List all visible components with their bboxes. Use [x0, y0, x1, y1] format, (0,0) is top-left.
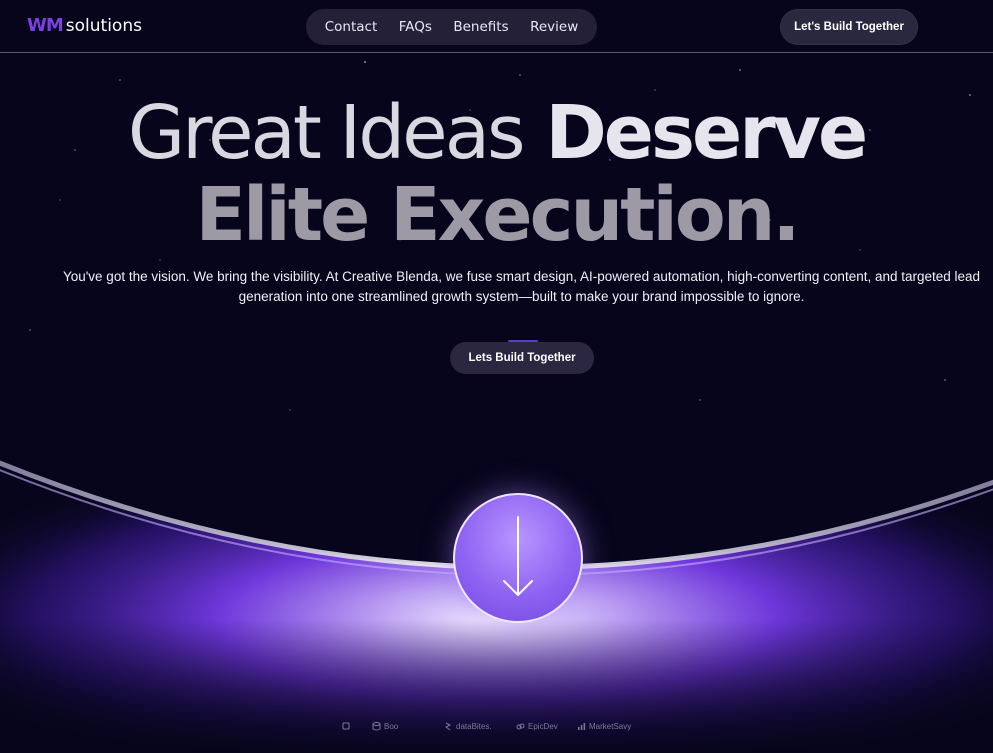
client-logo-databites: dataBites.	[444, 722, 492, 731]
nav-link-faqs[interactable]: FAQs	[399, 19, 432, 35]
brand-logo[interactable]: WM solutions	[27, 15, 142, 36]
client-logo-icon-1	[342, 722, 350, 730]
nav-link-review[interactable]: Review	[530, 19, 578, 35]
site-header: WM solutions Contact FAQs Benefits Revie…	[0, 0, 993, 53]
page: WM solutions Contact FAQs Benefits Revie…	[0, 0, 993, 753]
client-logo-marketsavy: MarketSavy	[577, 722, 631, 731]
wave-icon	[445, 722, 452, 731]
bar-chart-icon	[578, 723, 586, 730]
client-logo-boo: Boo	[372, 722, 398, 731]
client-logos-strip: Boo dataBites. EpicDev MarketSavy	[0, 722, 993, 738]
arrow-down-icon	[503, 516, 533, 596]
headline-bold-text: Deserve	[545, 90, 868, 176]
hero-headline-line-1: Great Ideas Deserve	[0, 96, 993, 170]
logo-mark: WM	[27, 15, 64, 36]
hero-description: You've got the vision. We bring the visi…	[62, 269, 981, 304]
client-logo-label: Boo	[384, 722, 399, 731]
nav-link-benefits[interactable]: Benefits	[453, 19, 508, 35]
client-logo-label: EpicDev	[528, 722, 558, 731]
logo-glyph-icon	[342, 722, 350, 730]
nav-link-contact[interactable]: Contact	[325, 19, 378, 35]
main-nav: Contact FAQs Benefits Review	[306, 9, 597, 45]
hero-headline-line-2: Elite Execution.	[0, 178, 993, 252]
scroll-down-button[interactable]	[453, 493, 583, 623]
logo-text: solutions	[65, 16, 142, 36]
client-logo-label: dataBites.	[456, 722, 492, 731]
headline-light-text: Great Ideas	[127, 90, 526, 176]
header-cta-button[interactable]: Let's Build Together	[780, 9, 918, 45]
client-logo-epicdev: EpicDev	[516, 722, 558, 731]
hero-cta-button[interactable]: Lets Build Together	[450, 342, 594, 374]
link-icon	[516, 723, 525, 730]
client-logo-label: MarketSavy	[589, 722, 632, 731]
database-icon	[372, 722, 381, 731]
headline-bold-text-2: Elite Execution.	[195, 172, 801, 258]
